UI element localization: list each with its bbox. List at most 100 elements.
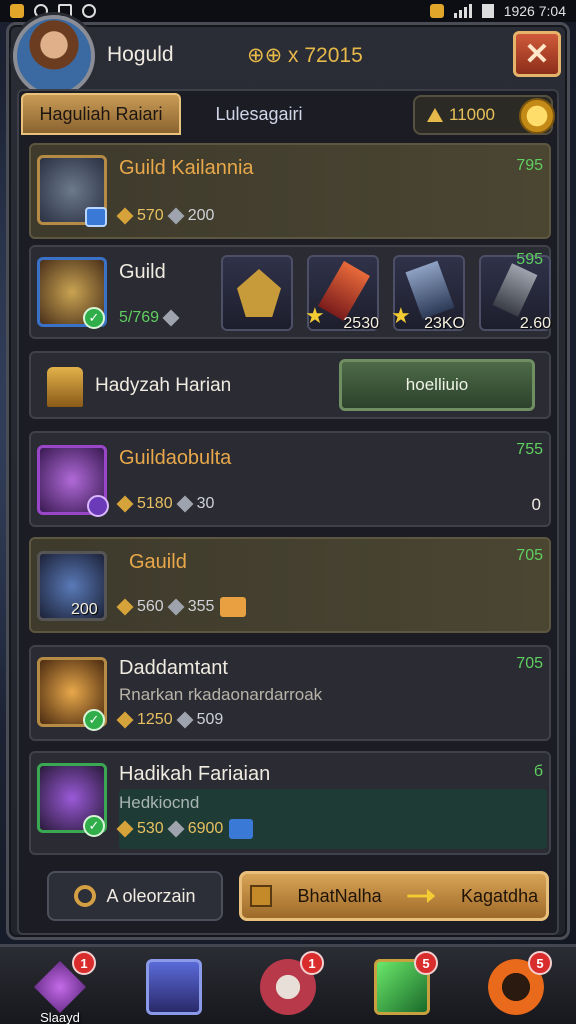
- crown-icon: [237, 269, 281, 317]
- item-value: 2530: [343, 315, 379, 332]
- gold-gem-icon: [116, 820, 134, 838]
- mid-label: BhatNalha: [297, 885, 382, 906]
- card-title: Guild Kailannia: [119, 157, 254, 179]
- item-slot-2[interactable]: ★ 2530: [305, 255, 379, 332]
- boost-badge-icon: [220, 597, 247, 617]
- card-subtitle: Rnarkan rkadaonardarroak: [119, 685, 323, 704]
- header: Hoguld ⊕⊕ x 72015 ✕: [9, 15, 567, 97]
- coin-icon[interactable]: [519, 98, 555, 134]
- orb-badge-icon: [87, 495, 109, 517]
- guild-card-6[interactable]: ✓ Daddamtant Rnarkan rkadaonardarroak 12…: [29, 645, 551, 741]
- card-value: 705: [516, 655, 543, 672]
- gear-icon: [74, 885, 97, 907]
- notification-badge: 1: [72, 951, 96, 975]
- chest-icon: [47, 367, 83, 407]
- card-title: Gauild: [129, 551, 187, 573]
- guild-card-2[interactable]: ✓ Guild 5/769 ★ 2530 ★ 23KO 2.60 595: [29, 245, 551, 339]
- daily-claim-button[interactable]: hoelliuio: [339, 359, 535, 411]
- silver-stat: 355: [187, 598, 215, 615]
- gold-stat: 5180: [137, 495, 173, 512]
- guild-card-5[interactable]: 200 Gauild 560 355 705: [29, 537, 551, 633]
- item-slot-3[interactable]: ★ 23KO: [391, 255, 465, 332]
- currency-display: ⊕⊕ x 72015: [247, 44, 363, 67]
- shield-badge-icon: [85, 207, 107, 227]
- gauntlet-icon: [405, 260, 455, 320]
- close-icon: ✕: [524, 37, 550, 71]
- gold-stat: 530: [137, 820, 164, 837]
- signal-icon: [453, 4, 472, 18]
- card-stats: 530 6900: [116, 819, 254, 839]
- nav-item-1[interactable]: 1 Slaayd: [28, 951, 96, 1024]
- nav-label: Slaayd: [40, 1010, 80, 1024]
- card-title: Guildaobulta: [119, 447, 232, 469]
- check-badge-icon: ✓: [83, 709, 105, 731]
- card-stats: 1250 509: [116, 711, 224, 729]
- silver-gem-icon: [167, 207, 185, 225]
- daily-card: Hadyzah Harian hoelliuio: [29, 351, 551, 419]
- main-panel: Haguliah Raiari Lulesagairi 11000 Guild …: [17, 89, 559, 935]
- action-button[interactable]: BhatNalha Kagatdha: [239, 871, 549, 921]
- close-button[interactable]: ✕: [513, 31, 561, 77]
- item-slot-1[interactable]: [221, 255, 293, 331]
- card-value: 595: [516, 251, 543, 268]
- guild-card-1[interactable]: Guild Kailannia 570 200 795: [29, 143, 551, 239]
- check-badge-icon: ✓: [83, 815, 105, 837]
- status-bar: 1926 7:04: [0, 0, 576, 22]
- sync-icon: [82, 4, 96, 18]
- card-title: Daddamtant: [119, 657, 228, 679]
- notification-badge: 1: [300, 951, 324, 975]
- nav-item-4[interactable]: 5: [370, 951, 438, 1019]
- star-icon: ★: [305, 303, 325, 328]
- reorganize-button[interactable]: A oleorzain: [47, 871, 223, 921]
- card-stats: 5180 30: [116, 495, 215, 513]
- gold-stat: 560: [137, 598, 164, 615]
- silver-gem-icon: [176, 711, 194, 729]
- notification-badge: 5: [414, 951, 438, 975]
- tile-value: 200: [71, 601, 98, 618]
- guild-window: Hoguld ⊕⊕ x 72015 ✕ Haguliah Raiari Lule…: [6, 15, 570, 940]
- card-value: б: [533, 763, 543, 780]
- gold-amount: 11000: [449, 105, 496, 124]
- item-value: 23KO: [424, 315, 465, 332]
- card-value: 795: [516, 157, 543, 174]
- nav-item-5[interactable]: 5: [484, 951, 552, 1019]
- tab-lulesagairi[interactable]: Lulesagairi: [189, 93, 329, 135]
- progress-stat: 5/769: [119, 309, 160, 326]
- spellbook-icon: [146, 959, 202, 1015]
- lock-icon: [10, 4, 24, 18]
- item-value: 2.60: [519, 315, 551, 332]
- gold-gem-icon: [116, 598, 134, 616]
- gold-counter: 11000: [413, 95, 555, 135]
- silver-gem-icon: [167, 820, 185, 838]
- card-stats: 560 355: [116, 597, 247, 617]
- silver-gem-icon: [167, 598, 185, 616]
- gold-gem-icon: [116, 711, 134, 729]
- notification-badge: 5: [528, 951, 552, 975]
- battery-icon: [481, 4, 494, 18]
- nav-item-2[interactable]: [142, 955, 206, 1019]
- gold-gem-icon: [116, 495, 134, 513]
- sim-icon: [429, 4, 444, 18]
- bottom-nav: 1 Slaayd 1 5 5: [0, 944, 576, 1024]
- right-label: Kagatdha: [461, 885, 539, 906]
- cannon-icon: [492, 263, 538, 317]
- card-stats: 570 200: [116, 207, 215, 225]
- clock: 1926 7:04: [503, 3, 566, 19]
- card-title: Hadyzah Harian: [95, 375, 232, 396]
- nav-item-3[interactable]: 1: [256, 951, 324, 1019]
- player-name: Hoguld: [107, 43, 174, 66]
- chest-icon: [249, 885, 272, 907]
- guild-card-7[interactable]: ✓ Hadikah Fariaian Hedkiocnd 530 6900 б: [29, 751, 551, 855]
- card-title: Guild: [119, 261, 166, 283]
- card-subtitle: Hedkiocnd: [119, 793, 200, 812]
- avatar[interactable]: [13, 15, 95, 97]
- silver-gem-icon: [162, 309, 180, 327]
- gold-gem-icon: [116, 207, 134, 225]
- gem-badge-icon: [229, 819, 254, 839]
- silver-stat: 30: [196, 495, 215, 512]
- silver-stat: 509: [196, 711, 224, 728]
- tab-haguliah-raiari[interactable]: Haguliah Raiari: [21, 93, 181, 135]
- card-title: Hadikah Fariaian: [119, 763, 271, 785]
- guild-card-4[interactable]: Guildaobulta 5180 30 755 0: [29, 431, 551, 527]
- silver-stat: 200: [187, 207, 215, 224]
